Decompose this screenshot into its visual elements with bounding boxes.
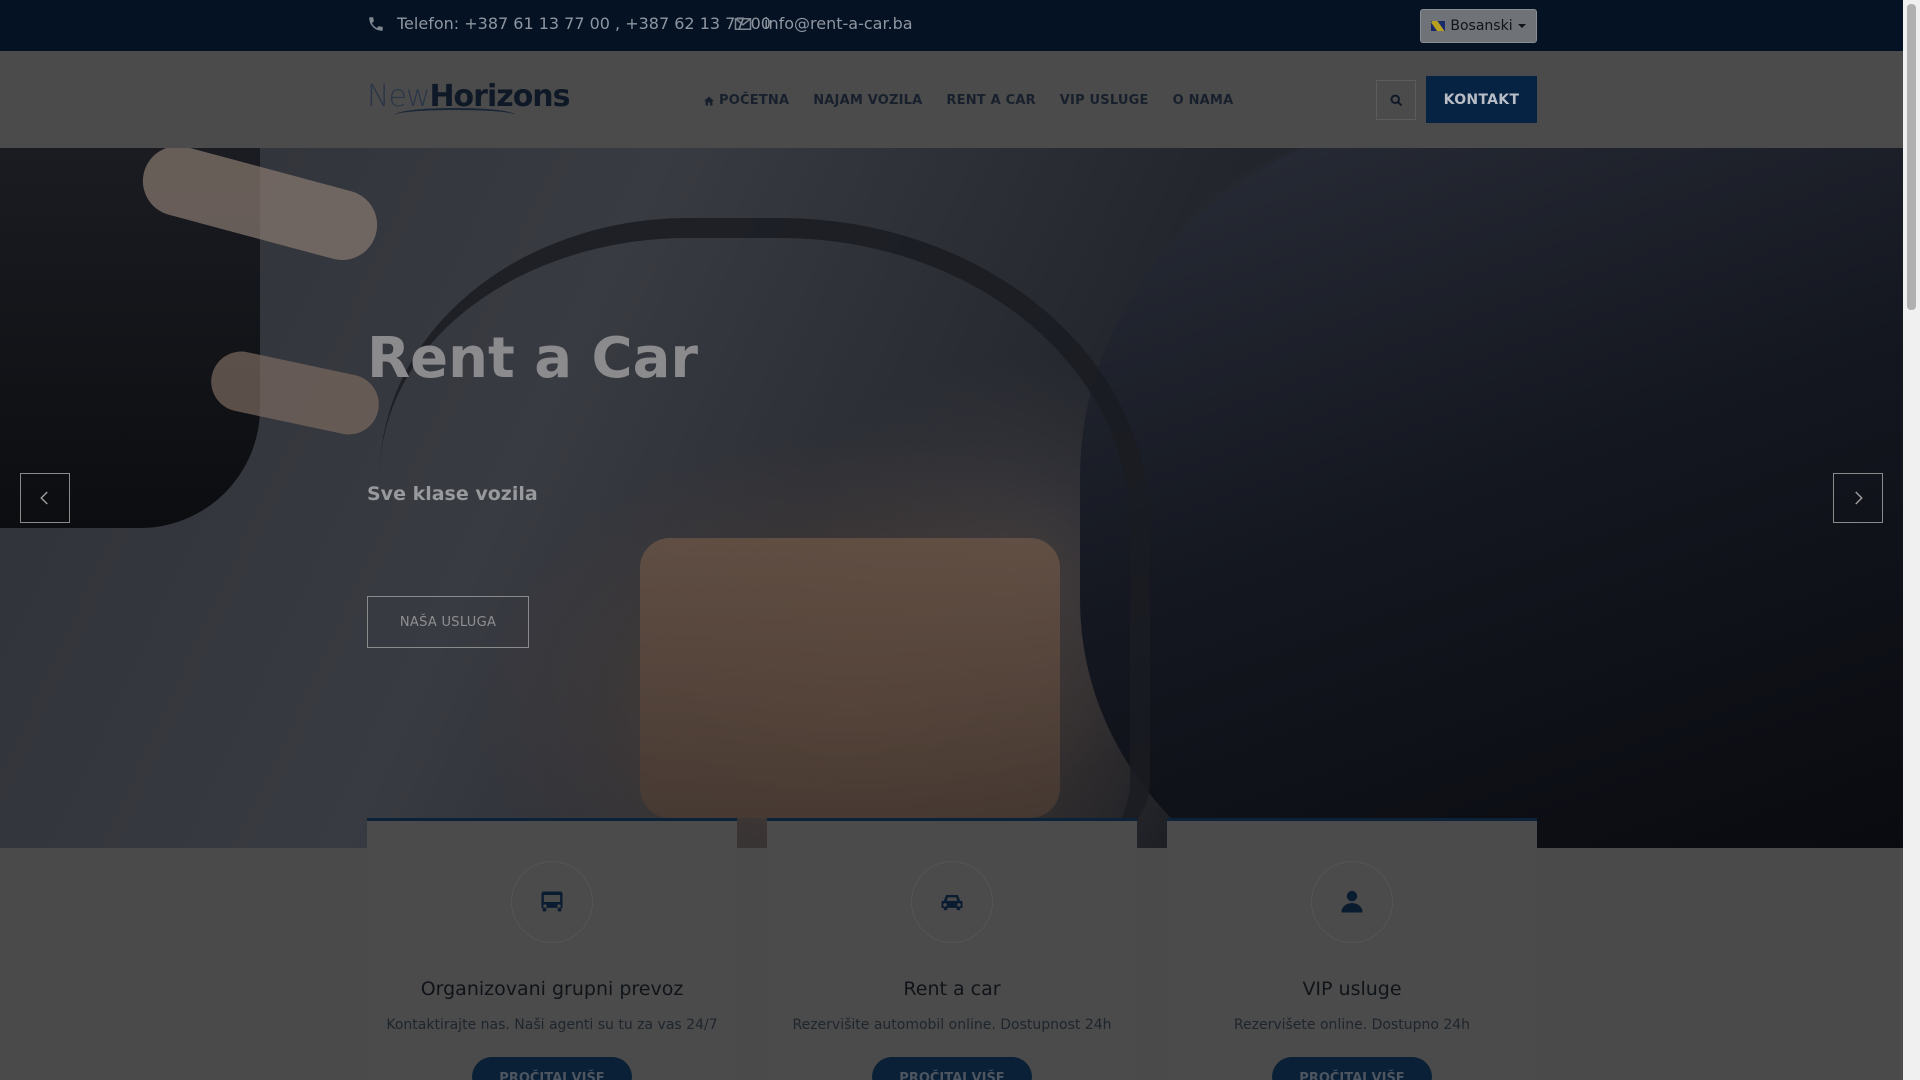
card-icon-circle [911, 861, 993, 943]
nav-label: POČETNA [719, 93, 790, 108]
nav-item-vip-usluge[interactable]: VIP USLUGE [1060, 93, 1149, 108]
nav-item-najam-vozila[interactable]: NAJAM VOZILA [813, 93, 922, 108]
service-card-vip: VIP usluge Rezervišete online. Dostupno … [1167, 818, 1537, 1080]
card-icon-circle [511, 861, 593, 943]
read-more-button[interactable]: PROČITAJ VIŠE [1272, 1057, 1432, 1080]
flag-icon [1431, 21, 1446, 31]
email-text[interactable]: info@rent-a-car.ba [764, 14, 913, 33]
search-icon [1390, 94, 1402, 106]
main-header: NewHorizons POČETNA NAJAM VOZILA RENT A … [0, 51, 1903, 148]
slider-next-button[interactable] [1833, 473, 1883, 523]
phone-icon [369, 16, 383, 31]
phone-text: Telefon: +387 61 13 77 00 , +387 62 13 7… [397, 14, 771, 33]
nav-label: NAJAM VOZILA [813, 93, 923, 108]
card-title: Rent a car [903, 978, 1001, 1000]
language-label: Bosanski [1450, 18, 1513, 34]
card-description: Kontaktirajte nas. Naši agenti su tu za … [386, 1017, 718, 1033]
card-description: Rezervišite automobil online. Dostupnost… [792, 1017, 1112, 1033]
language-dropdown[interactable]: Bosanski [1420, 9, 1537, 43]
caret-down-icon [1517, 24, 1526, 28]
search-button[interactable] [1376, 80, 1416, 120]
hero-slider: Rent a Car Sve klase vozila NAŠA USLUGA [0, 148, 1903, 848]
home-icon [704, 96, 714, 105]
contact-button[interactable]: KONTAKT [1426, 76, 1537, 123]
bus-icon [541, 891, 563, 912]
hero-car-body [1080, 148, 1903, 848]
read-more-button[interactable]: PROČITAJ VIŠE [472, 1057, 632, 1080]
mail-icon [734, 17, 752, 30]
hero-car-door [380, 218, 1150, 848]
slider-prev-button[interactable] [20, 473, 70, 523]
nav-label: RENT A CAR [946, 93, 1036, 108]
main-nav: POČETNA NAJAM VOZILA RENT A CAR VIP USLU… [703, 93, 1233, 108]
card-title: Organizovani grupni prevoz [420, 978, 684, 1000]
chevron-right-icon [1855, 491, 1863, 505]
service-cards: Organizovani grupni prevoz Kontaktirajte… [367, 818, 1537, 1080]
top-bar: Telefon: +387 61 13 77 00 , +387 62 13 7… [0, 0, 1903, 51]
scrollbar-thumb[interactable] [1907, 4, 1916, 310]
nav-item-rent-a-car[interactable]: RENT A CAR [946, 93, 1035, 108]
user-icon [1341, 890, 1363, 913]
our-service-button[interactable]: NAŠA USLUGA [367, 596, 529, 648]
hero-title: Rent a Car [367, 326, 699, 391]
page-scrollbar[interactable] [1903, 0, 1920, 1080]
logo-swoosh [395, 108, 515, 122]
nav-label: O NAMA [1172, 93, 1234, 108]
phone-info: Telefon: +387 61 13 77 00 , +387 62 13 7… [367, 14, 771, 33]
card-title: VIP usluge [1302, 978, 1402, 1000]
nav-item-o-nama[interactable]: O NAMA [1173, 93, 1234, 108]
nav-item-pocetna[interactable]: POČETNA [703, 93, 789, 108]
nav-label: VIP USLUGE [1059, 93, 1149, 108]
read-more-button[interactable]: PROČITAJ VIŠE [872, 1057, 1032, 1080]
hero-subtitle: Sve klase vozila [367, 483, 538, 505]
card-description: Rezervišete online. Dostupno 24h [1233, 1017, 1471, 1033]
service-card-rent-a-car: Rent a car Rezervišite automobil online.… [767, 818, 1137, 1080]
email-info[interactable]: info@rent-a-car.ba [734, 14, 913, 33]
service-card-group-transport: Organizovani grupni prevoz Kontaktirajte… [367, 818, 737, 1080]
chevron-left-icon [40, 491, 48, 505]
car-icon [941, 895, 963, 911]
card-icon-circle [1311, 861, 1393, 943]
